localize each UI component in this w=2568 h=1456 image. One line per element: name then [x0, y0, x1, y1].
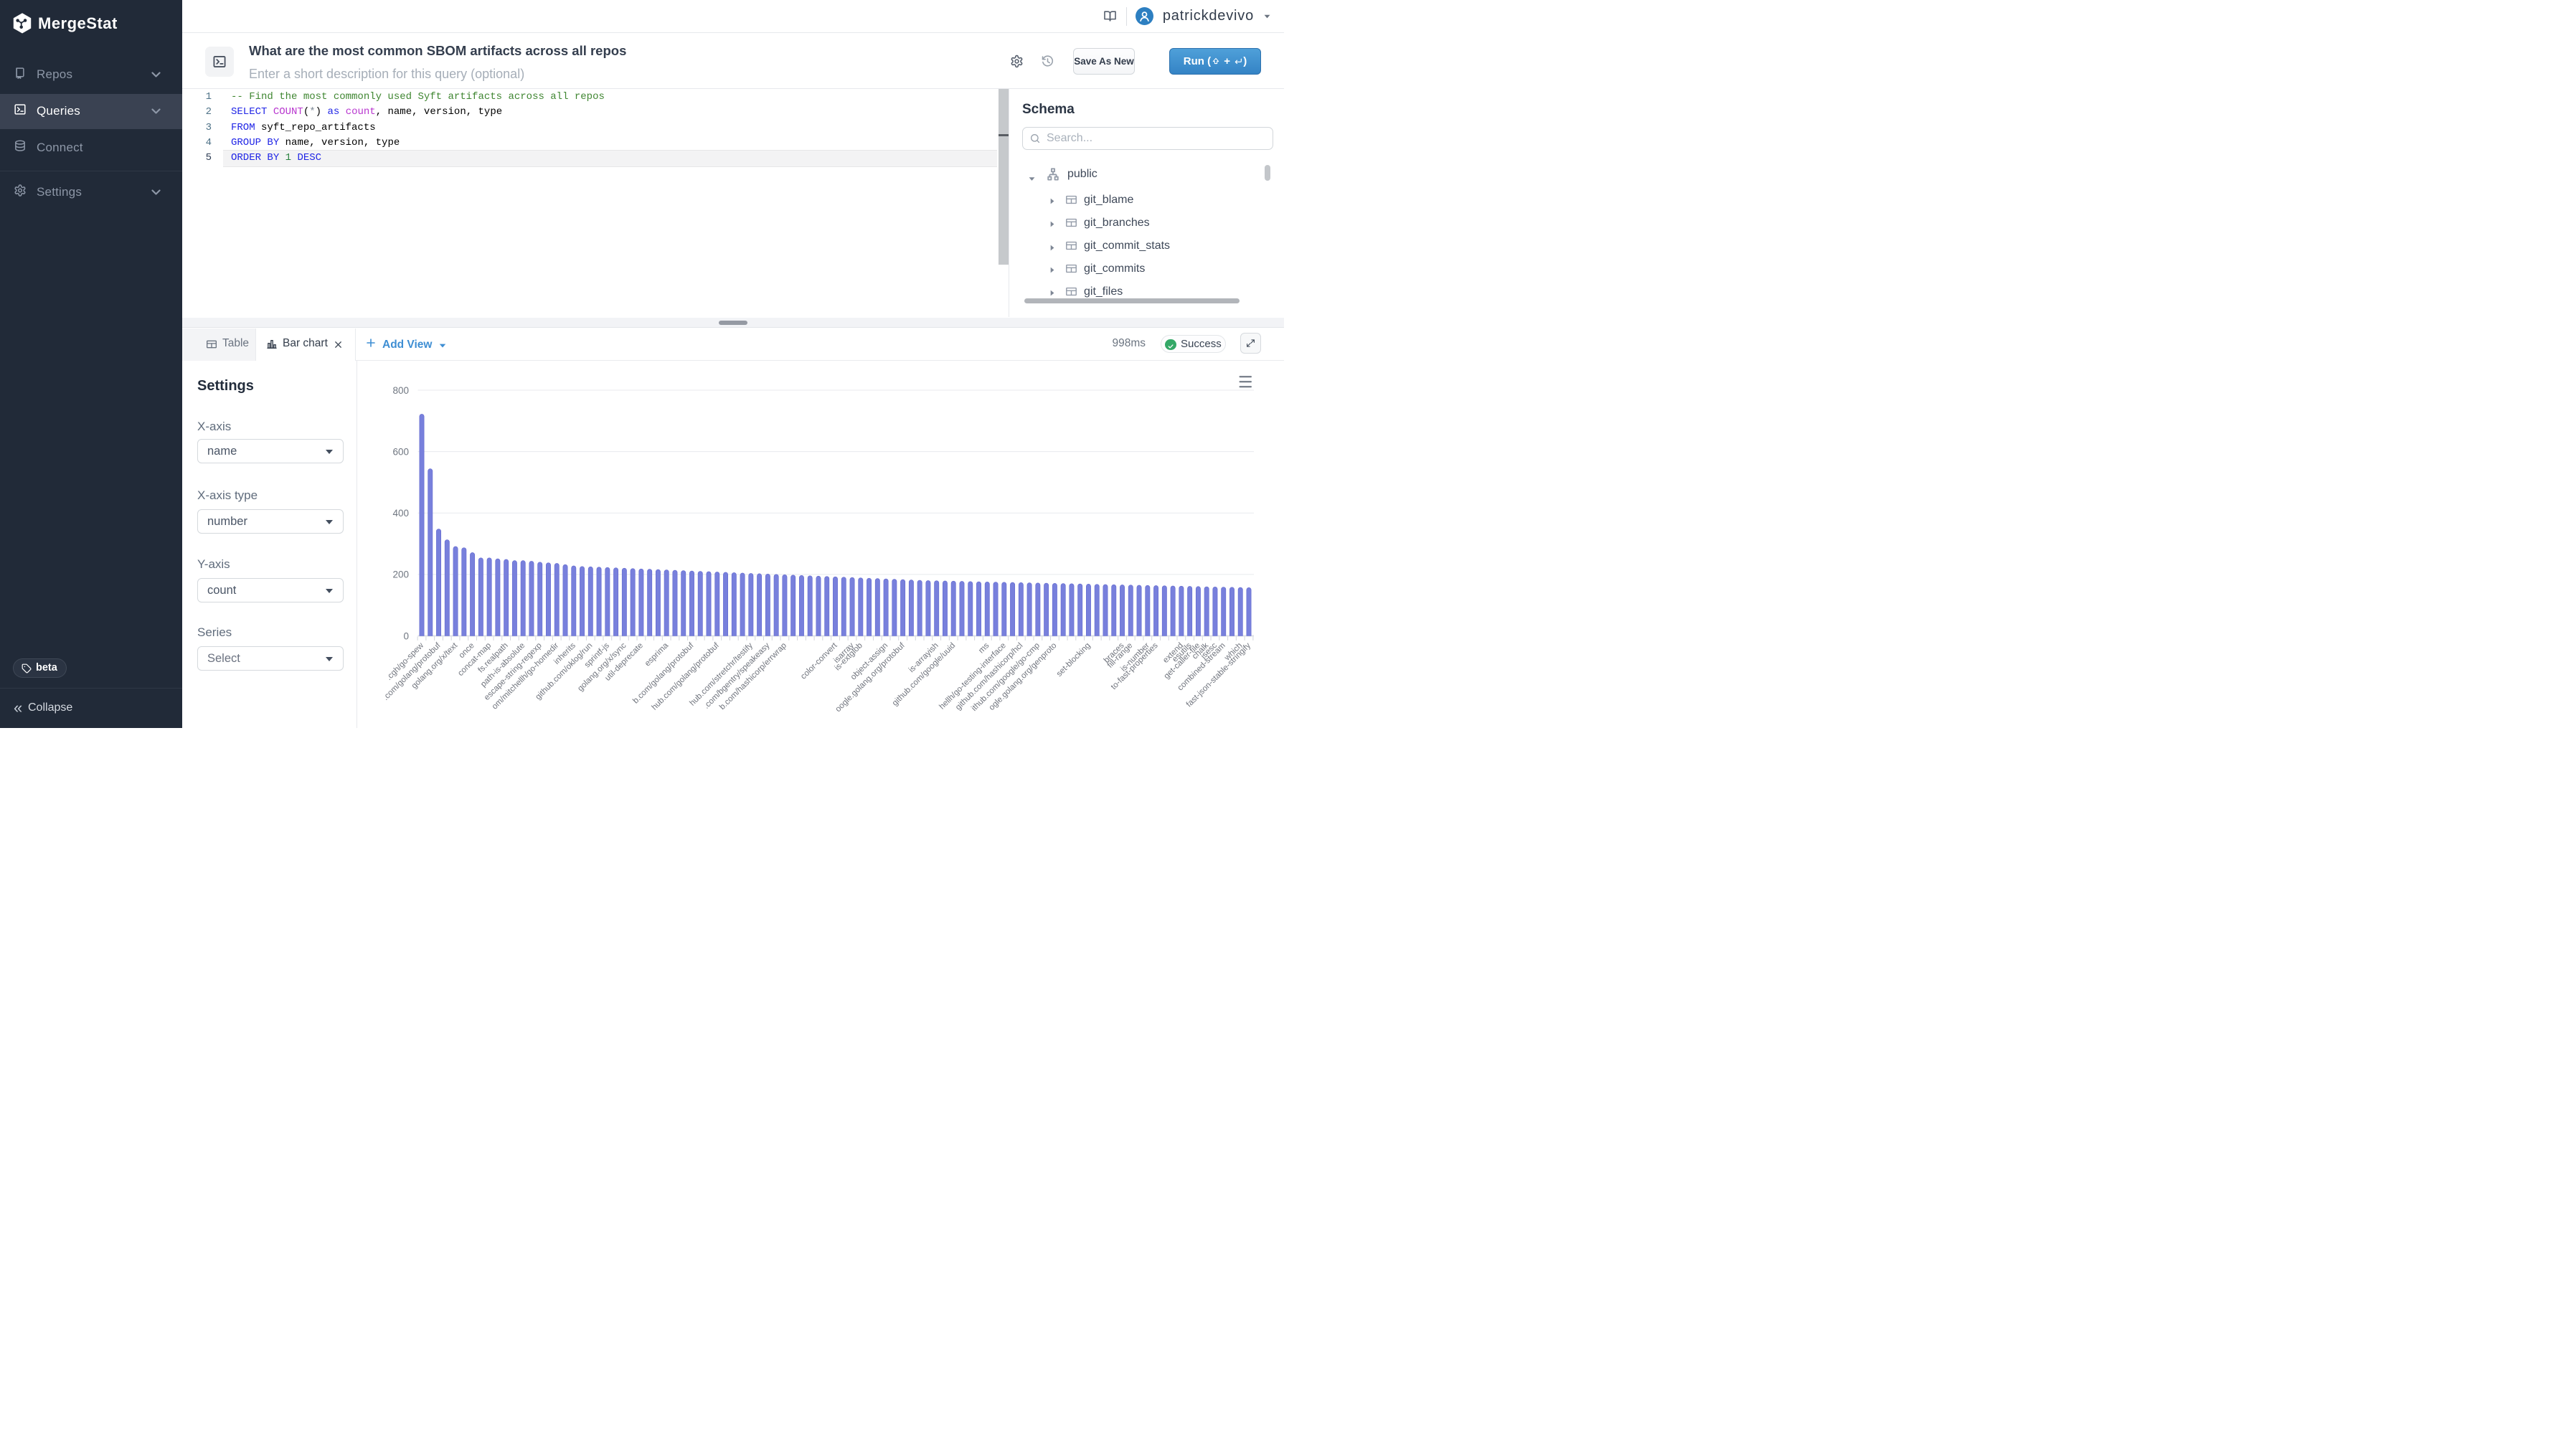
svg-text:b.com/hashicorp/errwrap: b.com/hashicorp/errwrap: [718, 641, 788, 712]
svg-text:github.com/hashicorp/hcl: github.com/hashicorp/hcl: [954, 641, 1024, 712]
svg-text:600: 600: [392, 446, 409, 457]
svg-text:0: 0: [403, 630, 409, 641]
svg-text:800: 800: [392, 385, 409, 396]
svg-text:400: 400: [392, 508, 409, 519]
svg-text:200: 200: [392, 569, 409, 580]
svg-text:hub.com/stretchr/testify: hub.com/stretchr/testify: [688, 641, 755, 708]
svg-text:set-blocking: set-blocking: [1055, 641, 1092, 679]
svg-text:color-convert: color-convert: [799, 641, 839, 681]
